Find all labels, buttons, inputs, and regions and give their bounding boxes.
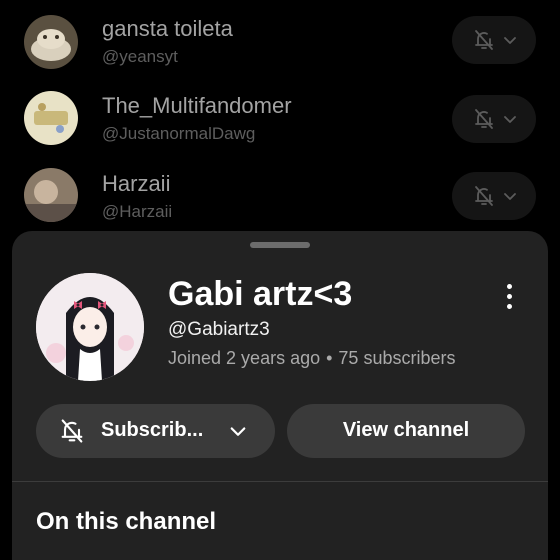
notification-dropdown[interactable]: [452, 95, 536, 143]
view-channel-button[interactable]: View channel: [287, 404, 525, 458]
subscription-row[interactable]: The_Multifandomer @JustanormalDawg: [0, 84, 560, 154]
channel-handle: @yeansyt: [102, 47, 178, 66]
chevron-down-icon: [504, 37, 516, 44]
subscribe-label: Subscrib...: [101, 419, 204, 441]
bell-off-icon: [61, 419, 83, 443]
subscriber-count: 75 subscribers: [338, 348, 456, 368]
bell-off-icon: [475, 30, 493, 50]
channel-handle: @Harzaii: [102, 202, 173, 221]
channel-avatar[interactable]: [24, 91, 78, 145]
channel-bottom-sheet: Gabi artz<3 @Gabiartz3 Joined 2 years ag…: [12, 231, 548, 560]
notification-dropdown[interactable]: [452, 172, 536, 220]
channel-name: Harzaii: [102, 171, 171, 196]
joined-date: Joined 2 years ago: [168, 348, 321, 368]
channel-name: The_Multifandomer: [102, 93, 292, 118]
more-options-icon[interactable]: [498, 281, 522, 313]
channel-meta: Joined 2 years ago • 75 subscribers: [168, 348, 455, 369]
channel-name: gansta toileta: [102, 16, 233, 41]
chevron-down-icon: [230, 427, 246, 436]
chevron-down-icon: [504, 193, 516, 200]
meta-separator: •: [326, 348, 333, 368]
channel-avatar[interactable]: [36, 273, 144, 381]
channel-avatar[interactable]: [24, 168, 78, 222]
notification-dropdown[interactable]: [452, 16, 536, 64]
channel-handle: @JustanormalDawg: [102, 124, 256, 143]
channel-avatar[interactable]: [24, 15, 78, 69]
subscription-row[interactable]: Harzaii @Harzaii: [0, 162, 560, 232]
subscribe-button[interactable]: Subscrib...: [36, 404, 275, 458]
view-channel-label: View channel: [342, 419, 470, 441]
bell-off-icon: [475, 186, 493, 206]
drag-handle[interactable]: [250, 242, 310, 248]
divider: [12, 481, 548, 482]
bell-off-icon: [475, 109, 493, 129]
channel-title: Gabi artz<3: [168, 275, 353, 313]
chevron-down-icon: [504, 116, 516, 123]
channel-handle: @Gabiartz3: [168, 319, 270, 340]
section-title: On this channel: [36, 508, 217, 535]
subscription-row[interactable]: gansta toileta @yeansyt: [0, 6, 560, 76]
